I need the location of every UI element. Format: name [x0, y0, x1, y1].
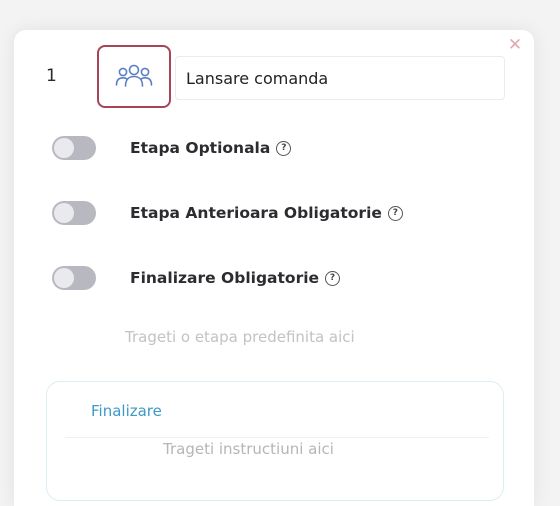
toggle-row-etapa-optionala: Etapa Optionala ? [52, 136, 292, 160]
finalization-box[interactable]: Finalizare Trageti instructiuni aici [46, 381, 504, 501]
finalizare-obligatorie-label: Finalizare Obligatorie ? [130, 269, 341, 287]
step-name-input[interactable] [175, 56, 505, 100]
help-icon[interactable]: ? [276, 140, 292, 156]
finalizare-obligatorie-toggle[interactable] [52, 266, 96, 290]
instructions-drop-zone[interactable]: Trageti instructiuni aici [163, 440, 334, 458]
toggle-knob [54, 203, 74, 223]
toggle-label-text: Etapa Anterioara Obligatorie [130, 204, 382, 222]
toggle-label-text: Finalizare Obligatorie [130, 269, 320, 287]
toggle-row-finalizare-obligatorie: Finalizare Obligatorie ? [52, 266, 341, 290]
toggle-label-text: Etapa Optionala [130, 139, 271, 157]
finalization-divider [65, 437, 489, 438]
help-icon[interactable]: ? [387, 205, 403, 221]
predefined-step-drop-zone[interactable]: Trageti o etapa predefinita aici [125, 328, 355, 346]
toggle-row-etapa-anterioara: Etapa Anterioara Obligatorie ? [52, 201, 403, 225]
etapa-optionala-toggle[interactable] [52, 136, 96, 160]
help-icon[interactable]: ? [325, 270, 341, 286]
step-number: 1 [46, 66, 57, 86]
users-group-icon [115, 64, 153, 87]
etapa-anterioara-toggle[interactable] [52, 201, 96, 225]
close-icon[interactable]: ✕ [506, 36, 524, 54]
toggle-knob [54, 138, 74, 158]
etapa-anterioara-label: Etapa Anterioara Obligatorie ? [130, 204, 403, 222]
toggle-knob [54, 268, 74, 288]
finalization-title: Finalizare [91, 402, 162, 420]
step-icon-button[interactable] [97, 45, 171, 108]
etapa-optionala-label: Etapa Optionala ? [130, 139, 292, 157]
